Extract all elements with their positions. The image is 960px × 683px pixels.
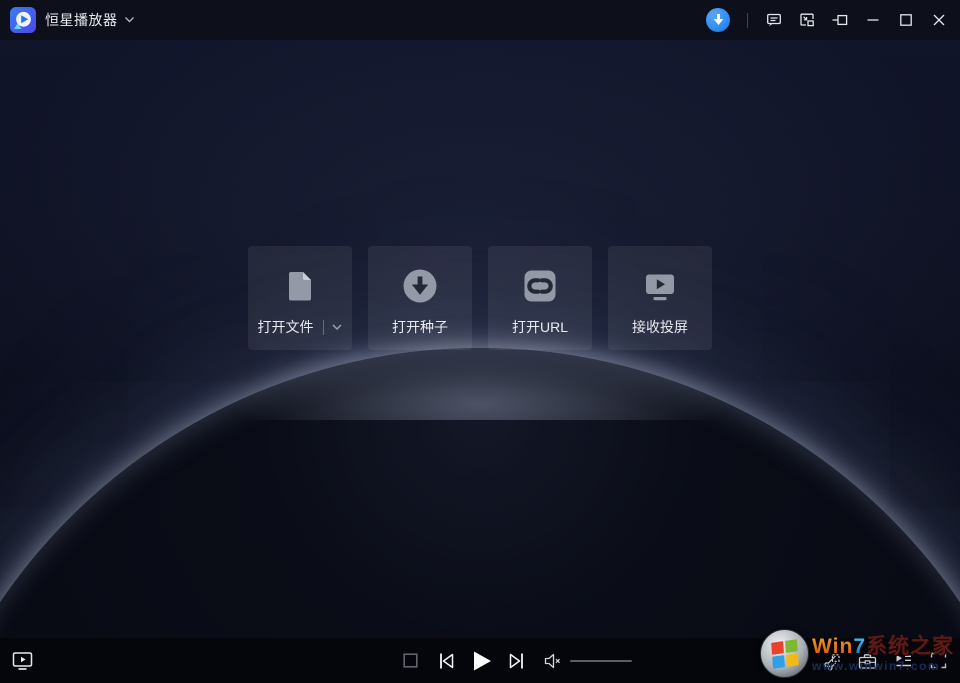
mini-mode-button[interactable] bbox=[829, 9, 851, 31]
open-file-divider bbox=[323, 320, 324, 335]
playlist-button[interactable] bbox=[893, 651, 914, 671]
open-torrent-button[interactable]: 打开种子 bbox=[368, 246, 472, 350]
quick-actions: 打开文件 打开种子 bbox=[248, 246, 712, 350]
receive-cast-button[interactable]: 接收投屏 bbox=[608, 246, 712, 350]
mute-button[interactable] bbox=[543, 653, 562, 669]
open-url-button[interactable]: 打开URL bbox=[488, 246, 592, 350]
skip-previous-icon bbox=[437, 652, 456, 670]
maximize-icon bbox=[898, 12, 914, 28]
feedback-button[interactable] bbox=[763, 9, 785, 31]
next-button[interactable] bbox=[507, 652, 526, 670]
app-window: 恒星播放器 bbox=[0, 0, 960, 683]
file-icon bbox=[280, 264, 320, 308]
titlebar: 恒星播放器 bbox=[0, 0, 960, 40]
titlebar-left: 恒星播放器 bbox=[0, 7, 135, 33]
mini-mode-dock-icon bbox=[831, 11, 849, 29]
previous-button[interactable] bbox=[437, 652, 456, 670]
picture-in-picture-icon bbox=[798, 11, 816, 29]
toolbox-icon bbox=[857, 651, 878, 671]
link-icon bbox=[520, 264, 560, 308]
picture-in-picture-button[interactable] bbox=[796, 9, 818, 31]
open-file-label: 打开文件 bbox=[258, 317, 314, 337]
close-button[interactable] bbox=[928, 9, 950, 31]
open-file-chevron-down-icon[interactable] bbox=[331, 323, 343, 332]
open-torrent-label: 打开种子 bbox=[392, 317, 448, 337]
volume-slider[interactable] bbox=[570, 660, 632, 662]
play-icon bbox=[469, 649, 494, 673]
receive-cast-label: 接收投屏 bbox=[632, 317, 688, 337]
fullscreen-icon bbox=[929, 651, 948, 670]
playlist-icon bbox=[893, 651, 914, 671]
stop-icon bbox=[403, 653, 418, 668]
maximize-button[interactable] bbox=[895, 9, 917, 31]
open-file-label-row: 打开文件 bbox=[258, 317, 343, 337]
app-title: 恒星播放器 bbox=[45, 10, 118, 30]
screenshot-button[interactable] bbox=[822, 651, 842, 671]
stop-button[interactable] bbox=[403, 653, 418, 668]
transport-controls bbox=[403, 638, 632, 683]
video-stage: 打开文件 打开种子 bbox=[0, 40, 960, 638]
app-logo-icon bbox=[10, 7, 36, 33]
titlebar-right bbox=[706, 8, 960, 32]
screenshot-snip-icon bbox=[822, 651, 842, 671]
control-bar-right bbox=[822, 638, 948, 683]
play-on-tv-button[interactable] bbox=[11, 650, 34, 672]
download-arrow-icon bbox=[712, 13, 725, 27]
feedback-message-icon bbox=[765, 11, 783, 29]
fullscreen-button[interactable] bbox=[929, 651, 948, 670]
control-bar-left bbox=[11, 638, 34, 683]
tv-play-icon bbox=[11, 650, 34, 672]
skip-next-icon bbox=[507, 652, 526, 670]
update-download-button[interactable] bbox=[706, 8, 730, 32]
toolbox-button[interactable] bbox=[857, 651, 878, 671]
control-bar bbox=[0, 638, 960, 683]
titlebar-divider bbox=[747, 13, 748, 28]
screencast-icon bbox=[640, 264, 680, 308]
close-icon bbox=[931, 12, 947, 28]
torrent-download-icon bbox=[400, 264, 440, 308]
volume-muted-icon bbox=[543, 653, 562, 669]
open-url-label: 打开URL bbox=[512, 317, 568, 337]
minimize-button[interactable] bbox=[862, 9, 884, 31]
minimize-icon bbox=[865, 12, 881, 28]
title-chevron-down-icon[interactable] bbox=[124, 16, 135, 24]
open-file-button[interactable]: 打开文件 bbox=[248, 246, 352, 350]
play-button[interactable] bbox=[469, 649, 494, 673]
